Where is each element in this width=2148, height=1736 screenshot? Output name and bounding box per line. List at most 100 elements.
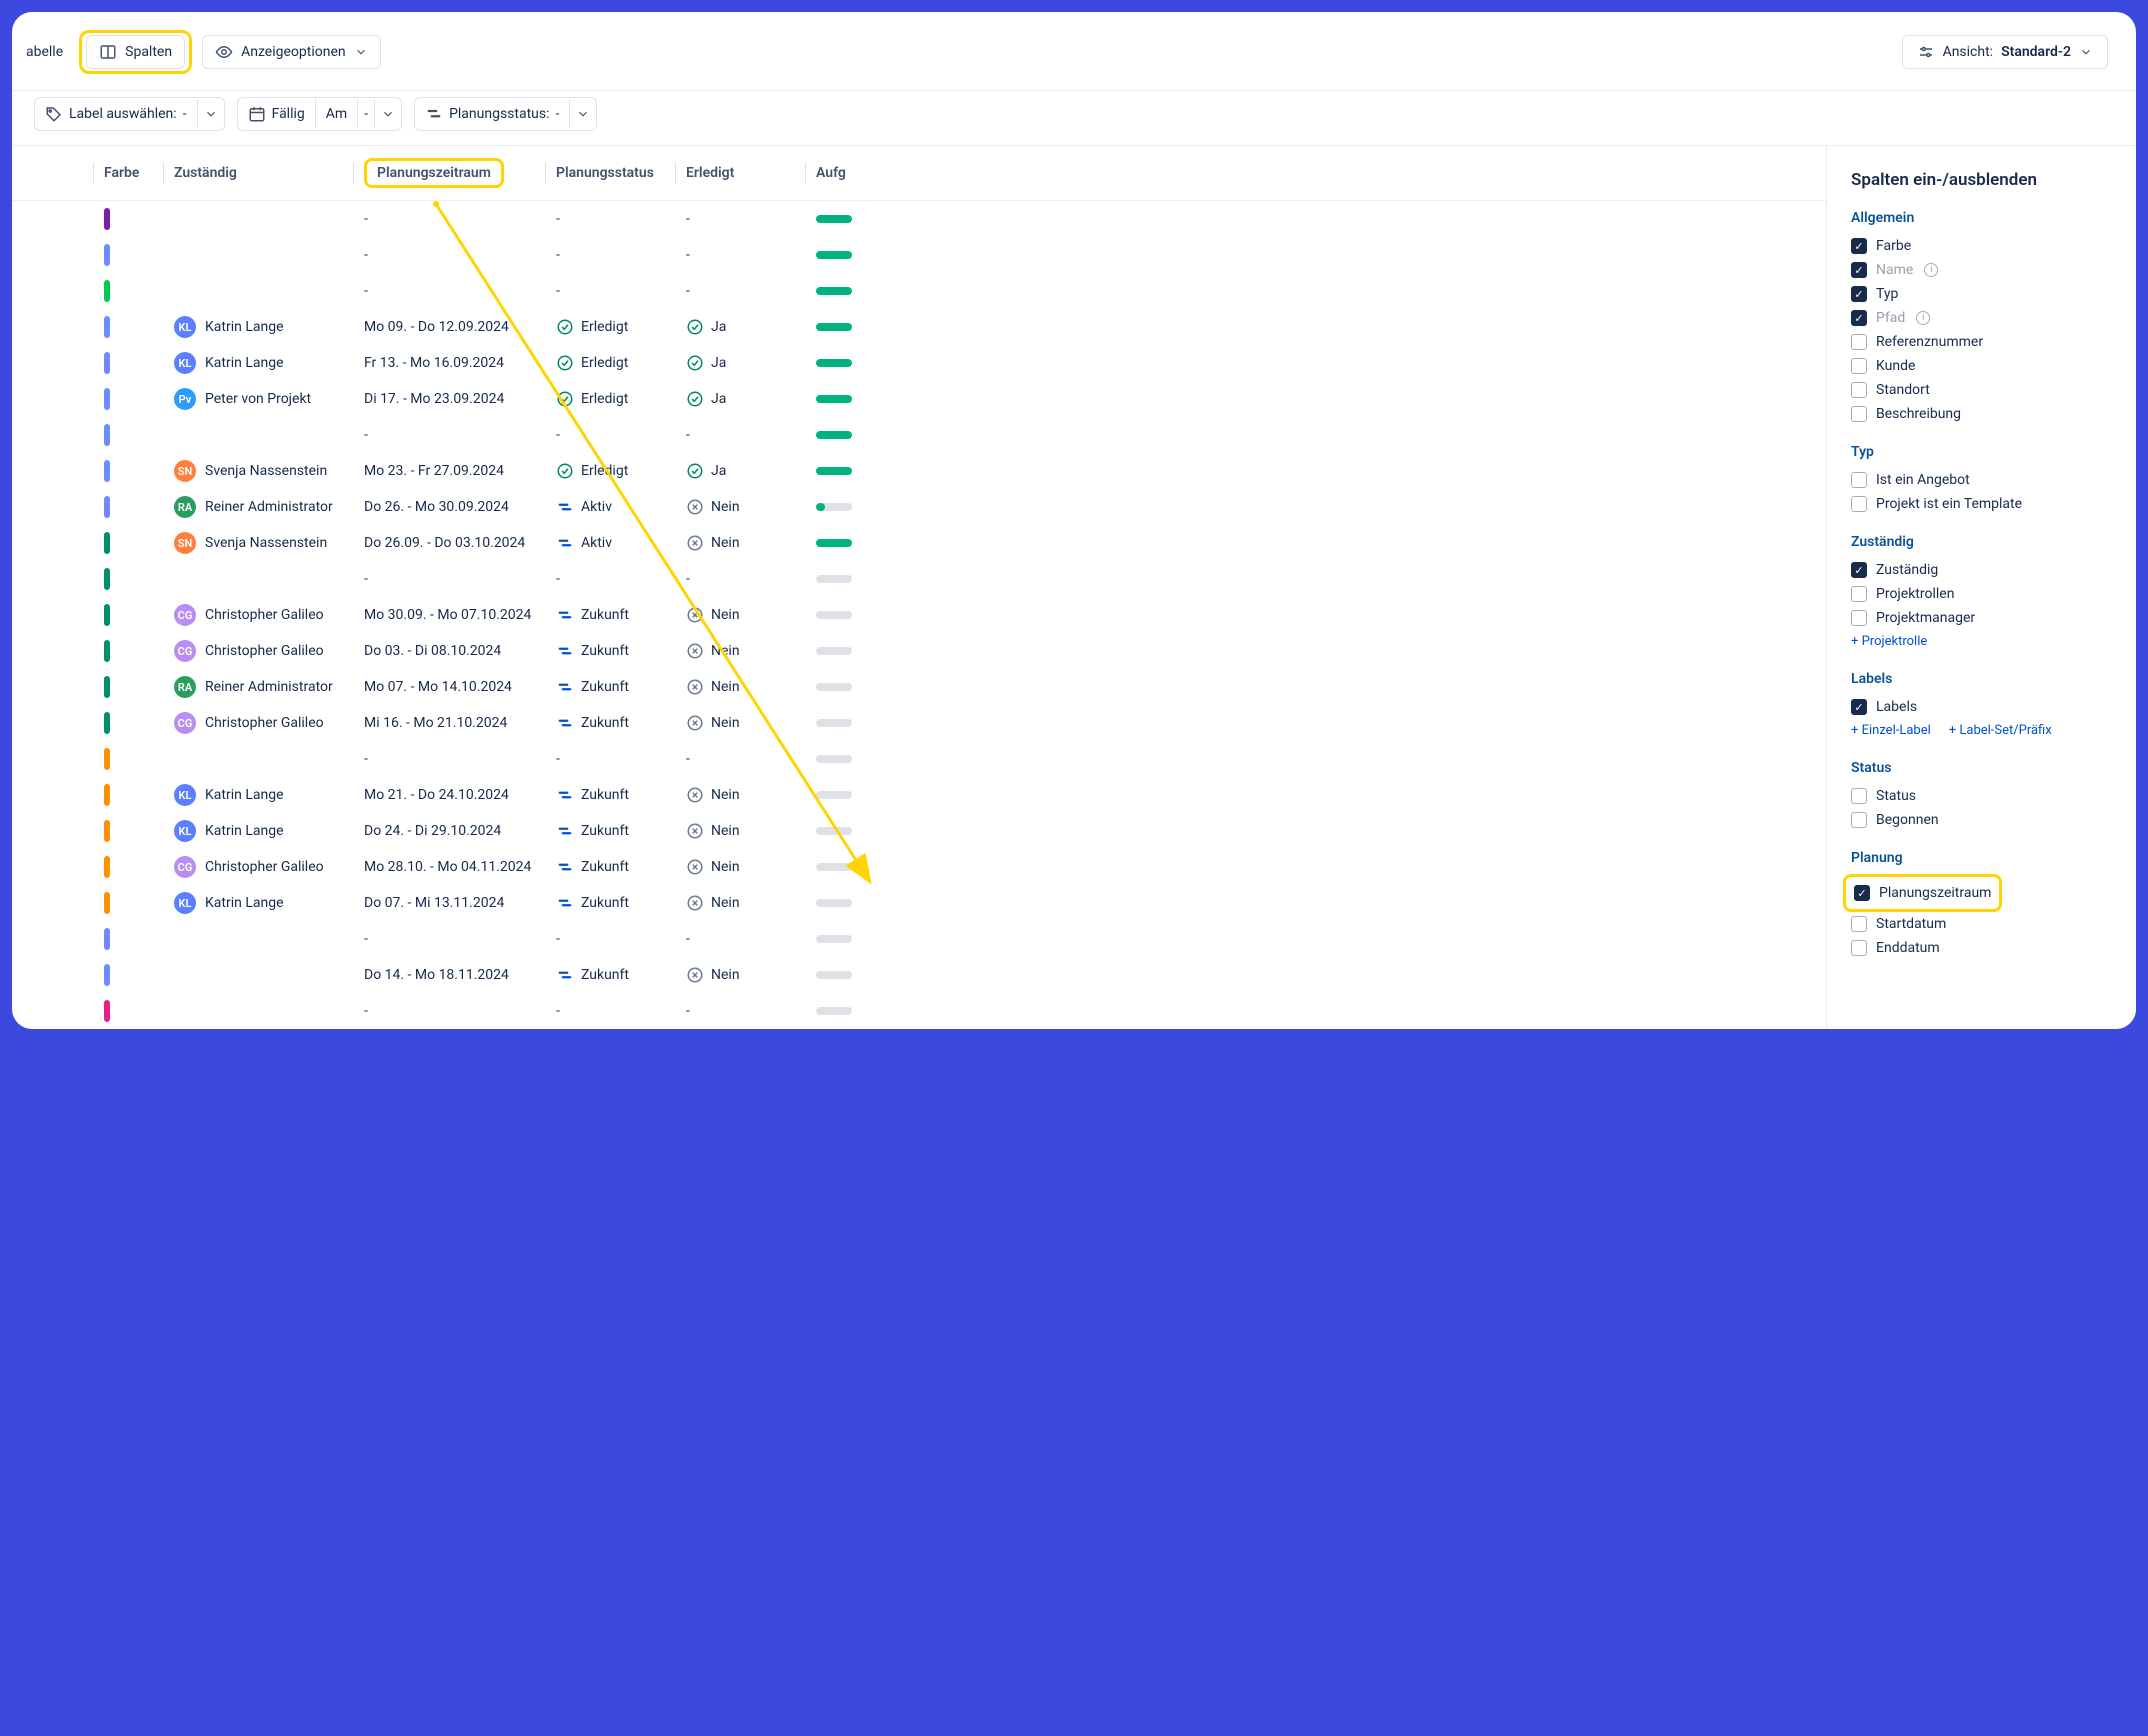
column-toggle[interactable]: Planungszeitraum — [1854, 881, 1991, 905]
table-row[interactable]: --- — [12, 993, 1826, 1029]
table-row[interactable]: --- — [12, 273, 1826, 309]
columns-button[interactable]: Spalten — [86, 35, 185, 69]
table-row[interactable]: CGChristopher GalileoMo 28.10. - Mo 04.1… — [12, 849, 1826, 885]
tab-table[interactable]: abelle — [20, 37, 69, 67]
sidebar-add-link[interactable]: + Projektrolle — [1851, 630, 1927, 653]
column-toggle[interactable]: Beschreibung — [1851, 402, 2114, 426]
column-toggle[interactable]: Enddatum — [1851, 936, 2114, 960]
column-toggle[interactable]: Namei — [1851, 258, 2114, 282]
checkbox[interactable] — [1851, 382, 1867, 398]
column-toggle[interactable]: Kunde — [1851, 354, 2114, 378]
column-toggle[interactable]: Ist ein Angebot — [1851, 468, 2114, 492]
progress-bar — [816, 647, 852, 655]
checkbox[interactable] — [1851, 699, 1867, 715]
table-row[interactable]: SNSvenja NassensteinDo 26.09. - Do 03.10… — [12, 525, 1826, 561]
color-swatch — [104, 460, 110, 482]
done-label: Nein — [711, 895, 740, 911]
th-color[interactable]: Farbe — [94, 146, 164, 201]
checkbox[interactable] — [1851, 812, 1867, 828]
date-range: Do 26.09. - Do 03.10.2024 — [354, 525, 546, 561]
color-swatch — [104, 604, 110, 626]
checkbox[interactable] — [1851, 788, 1867, 804]
checkbox[interactable] — [1851, 358, 1867, 374]
sidebar-add-link[interactable]: + Einzel-Label — [1851, 719, 1931, 742]
th-range[interactable]: Planungszeitraum — [354, 146, 546, 201]
column-toggle-label: Pfad — [1876, 310, 1905, 326]
checkbox[interactable] — [1851, 916, 1867, 932]
table-row[interactable]: RAReiner AdministratorMo 07. - Mo 14.10.… — [12, 669, 1826, 705]
checkbox[interactable] — [1851, 586, 1867, 602]
avatar: KL — [174, 784, 196, 806]
color-swatch — [104, 892, 110, 914]
th-aufg[interactable]: Aufg — [806, 146, 1826, 201]
th-status[interactable]: Planungsstatus — [546, 146, 676, 201]
table-row[interactable]: RAReiner AdministratorDo 26. - Mo 30.09.… — [12, 489, 1826, 525]
column-toggle[interactable]: Standort — [1851, 378, 2114, 402]
table-row[interactable]: --- — [12, 921, 1826, 957]
table-row[interactable]: KLKatrin LangeDo 24. - Di 29.10.2024Zuku… — [12, 813, 1826, 849]
table-row[interactable]: KLKatrin LangeMo 09. - Do 12.09.2024Erle… — [12, 309, 1826, 345]
checkbox[interactable] — [1851, 472, 1867, 488]
view-selector[interactable]: Ansicht: Standard-2 — [1902, 35, 2108, 69]
x-circle-icon — [686, 966, 704, 984]
checkbox[interactable] — [1851, 610, 1867, 626]
column-toggle[interactable]: Farbe — [1851, 234, 2114, 258]
column-toggle[interactable]: Zuständig — [1851, 558, 2114, 582]
table-row[interactable]: SNSvenja NassensteinMo 23. - Fr 27.09.20… — [12, 453, 1826, 489]
table-row[interactable]: CGChristopher GalileoMi 16. - Mo 21.10.2… — [12, 705, 1826, 741]
table-row[interactable]: KLKatrin LangeDo 07. - Mi 13.11.2024Zuku… — [12, 885, 1826, 921]
checkbox[interactable] — [1851, 940, 1867, 956]
assignee-name: Christopher Galileo — [205, 607, 324, 623]
table-row[interactable]: Do 14. - Mo 18.11.2024ZukunftNein — [12, 957, 1826, 993]
checkbox[interactable] — [1854, 885, 1870, 901]
date-range: Fr 13. - Mo 16.09.2024 — [354, 345, 546, 381]
checkbox[interactable] — [1851, 286, 1867, 302]
column-toggle[interactable]: Referenznummer — [1851, 330, 2114, 354]
checkbox[interactable] — [1851, 334, 1867, 350]
column-toggle[interactable]: Status — [1851, 784, 2114, 808]
column-toggle[interactable]: Typ — [1851, 282, 2114, 306]
column-toggle[interactable]: Startdatum — [1851, 912, 2114, 936]
done-cell: Ja — [686, 318, 796, 336]
table-row[interactable]: --- — [12, 417, 1826, 453]
column-toggle[interactable]: Begonnen — [1851, 808, 2114, 832]
column-toggle[interactable]: Projektrollen — [1851, 582, 2114, 606]
checkbox[interactable] — [1851, 562, 1867, 578]
chevron-down-icon — [354, 45, 368, 59]
highlight-box: Planungszeitraum — [1843, 874, 2002, 912]
display-options-label: Anzeigeoptionen — [241, 44, 346, 60]
column-toggle[interactable]: Pfadi — [1851, 306, 2114, 330]
label-filter[interactable]: Label auswählen: - — [34, 97, 225, 131]
column-toggle[interactable]: Projekt ist ein Template — [1851, 492, 2114, 516]
th-responsible[interactable]: Zuständig — [164, 146, 354, 201]
checkbox[interactable] — [1851, 496, 1867, 512]
column-toggle[interactable]: Projektmanager — [1851, 606, 2114, 630]
table-row[interactable]: CGChristopher GalileoDo 03. - Di 08.10.2… — [12, 633, 1826, 669]
th-done[interactable]: Erledigt — [676, 146, 806, 201]
table-row[interactable]: KLKatrin LangeFr 13. - Mo 16.09.2024Erle… — [12, 345, 1826, 381]
table-row[interactable]: --- — [12, 741, 1826, 777]
progress-bar — [816, 935, 852, 943]
checkbox[interactable] — [1851, 262, 1867, 278]
sidebar-add-link[interactable]: + Label-Set/Präfix — [1949, 719, 2052, 742]
assignee-name: Reiner Administrator — [205, 499, 333, 515]
due-filter[interactable]: Fällig Am - — [237, 97, 403, 131]
progress-bar — [816, 539, 852, 547]
sidebar-group-title: Planung — [1851, 850, 2114, 866]
table-row[interactable]: PvPeter von ProjektDi 17. - Mo 23.09.202… — [12, 381, 1826, 417]
table-row[interactable]: --- — [12, 201, 1826, 238]
display-options-button[interactable]: Anzeigeoptionen — [202, 35, 381, 69]
table-row[interactable]: --- — [12, 561, 1826, 597]
assignee: SNSvenja Nassenstein — [174, 460, 344, 482]
table-row[interactable]: CGChristopher GalileoMo 30.09. - Mo 07.1… — [12, 597, 1826, 633]
plan-status-filter[interactable]: Planungsstatus: - — [414, 97, 597, 131]
checkbox[interactable] — [1851, 406, 1867, 422]
column-toggle[interactable]: Labels — [1851, 695, 2114, 719]
table-row[interactable]: KLKatrin LangeMo 21. - Do 24.10.2024Zuku… — [12, 777, 1826, 813]
status-cell: Erledigt — [556, 462, 666, 480]
color-swatch — [104, 208, 110, 230]
color-swatch — [104, 496, 110, 518]
checkbox[interactable] — [1851, 238, 1867, 254]
checkbox[interactable] — [1851, 310, 1867, 326]
table-row[interactable]: --- — [12, 237, 1826, 273]
